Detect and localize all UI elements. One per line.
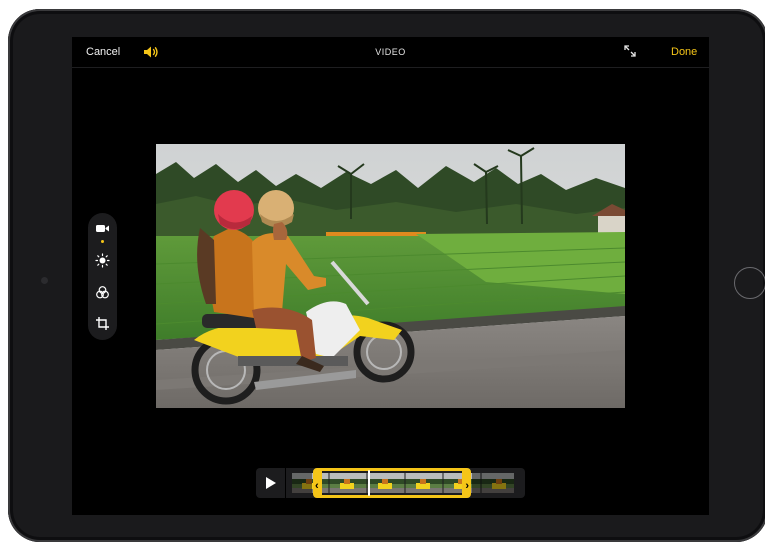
selected-indicator (101, 240, 104, 243)
top-bar: Cancel VIDEO Done (72, 37, 709, 68)
page-title: VIDEO (375, 47, 406, 57)
home-button[interactable] (734, 267, 765, 299)
done-button[interactable]: Done (671, 46, 697, 58)
video-camera-icon[interactable] (95, 221, 110, 236)
trim-end-handle-icon[interactable]: › (465, 480, 469, 492)
play-icon (266, 477, 276, 489)
video-scrubber: ‹ › (256, 468, 525, 498)
front-camera (41, 277, 48, 284)
trim-handles[interactable]: ‹ › (313, 468, 471, 498)
play-button[interactable] (256, 468, 286, 498)
video-preview (156, 144, 625, 408)
aspect-ratio-icon[interactable] (623, 44, 637, 58)
trim-start-handle-icon[interactable]: ‹ (315, 480, 319, 492)
video-editor-screen: Cancel VIDEO Done ‹ › (72, 37, 709, 515)
filters-icon[interactable] (95, 285, 110, 300)
playhead[interactable] (368, 470, 370, 496)
crop-icon[interactable] (95, 316, 110, 331)
edit-tools-toolbar (88, 213, 117, 340)
adjust-icon[interactable] (95, 253, 110, 268)
